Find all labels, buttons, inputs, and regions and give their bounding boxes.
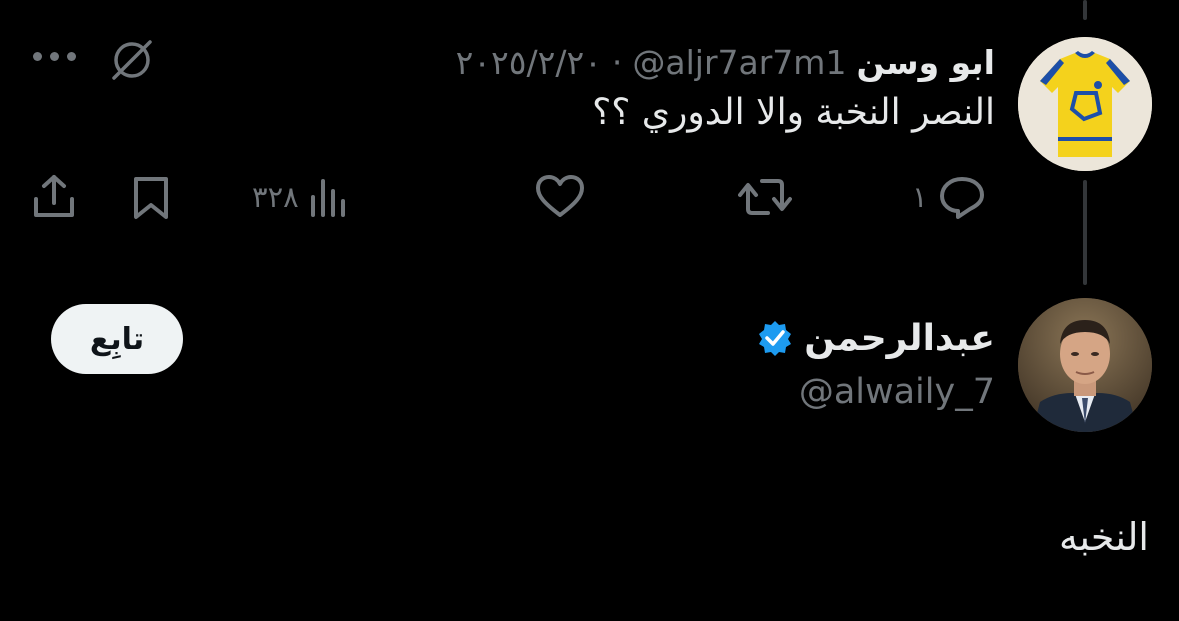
views-action[interactable]: ٣٢٨ [252, 172, 351, 222]
grok-icon[interactable] [108, 36, 156, 84]
thread-line-top [1083, 0, 1087, 20]
tweet-date[interactable]: ٢٠٢٥/٢/٢٠ [456, 43, 602, 82]
tweet-separator: · [611, 42, 623, 82]
share-icon [34, 175, 74, 217]
bookmark-icon [134, 177, 168, 219]
tweet-author-handle[interactable]: @aljr7ar7m1 [632, 43, 846, 82]
profile-avatar[interactable] [1018, 298, 1152, 432]
profile-bio: النخبه [1059, 515, 1149, 559]
profile-handle[interactable]: @alwaily_7 [799, 372, 995, 412]
bookmark-action[interactable] [128, 172, 174, 222]
heart-icon [536, 175, 584, 217]
follow-button[interactable]: تابِع [51, 304, 183, 374]
share-action[interactable] [30, 172, 78, 222]
tweet-header: ابو وسن @aljr7ar7m1 · ٢٠٢٥/٢/٢٠ [456, 38, 995, 86]
tweet-text: النصر النخبة والا الدوري ؟؟ [592, 92, 995, 133]
reply-action[interactable]: ١ [912, 172, 988, 222]
retweet-icon [738, 179, 792, 215]
yellow-jersey-icon [1018, 37, 1152, 171]
thread-line [1083, 180, 1087, 285]
like-action[interactable] [534, 172, 594, 222]
views-count: ٣٢٨ [252, 180, 299, 214]
tweet-author-avatar[interactable] [1018, 37, 1152, 171]
reply-icon [939, 177, 984, 219]
man-in-suit-icon [1018, 298, 1152, 432]
tweet-author-name[interactable]: ابو وسن [856, 43, 995, 82]
profile-display-name[interactable]: عبدالرحمن [804, 318, 995, 359]
reply-count: ١ [912, 180, 928, 214]
more-options-icon[interactable] [33, 48, 77, 64]
profile-name-line: عبدالرحمن [756, 310, 995, 366]
retweet-action[interactable] [738, 172, 800, 222]
views-icon [310, 179, 345, 217]
verified-badge-icon [759, 321, 792, 356]
